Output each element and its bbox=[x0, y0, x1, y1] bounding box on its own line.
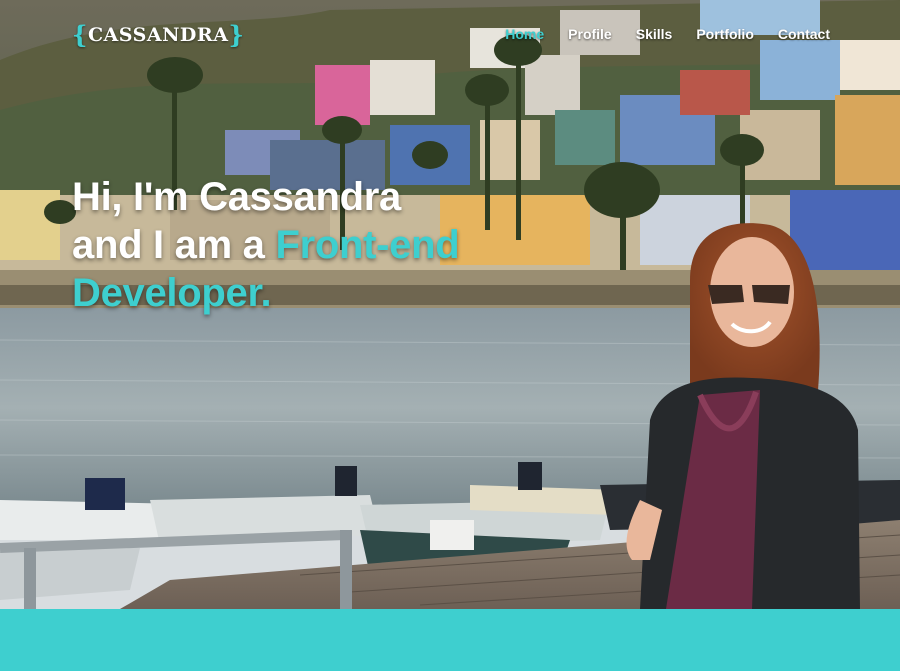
page: { CASSANDRA } Home Profile Skills Portfo… bbox=[0, 0, 900, 671]
hero-line-1: Hi, I'm Cassandra bbox=[72, 175, 401, 219]
hero-headline: Hi, I'm Cassandra and I am a Front-end D… bbox=[72, 173, 460, 317]
hero-line-3: Developer. bbox=[72, 271, 272, 315]
nav-portfolio[interactable]: Portfolio bbox=[696, 26, 754, 42]
logo-brace-close: } bbox=[228, 20, 245, 49]
nav-profile[interactable]: Profile bbox=[568, 26, 612, 42]
nav-contact[interactable]: Contact bbox=[778, 26, 830, 42]
hero-line-2-prefix: and I am a bbox=[72, 223, 276, 267]
logo-text: CASSANDRA bbox=[87, 24, 229, 46]
nav-skills[interactable]: Skills bbox=[636, 26, 673, 42]
logo-brace-open: { bbox=[72, 20, 88, 49]
main-nav: Home Profile Skills Portfolio Contact bbox=[505, 26, 830, 42]
hero-line-2: and I am a Front-end bbox=[72, 221, 460, 269]
hero-role-accent: Front-end bbox=[275, 223, 460, 267]
nav-home[interactable]: Home bbox=[505, 26, 544, 42]
section-divider-strip bbox=[0, 609, 900, 671]
brand-logo[interactable]: { CASSANDRA } bbox=[72, 22, 244, 48]
